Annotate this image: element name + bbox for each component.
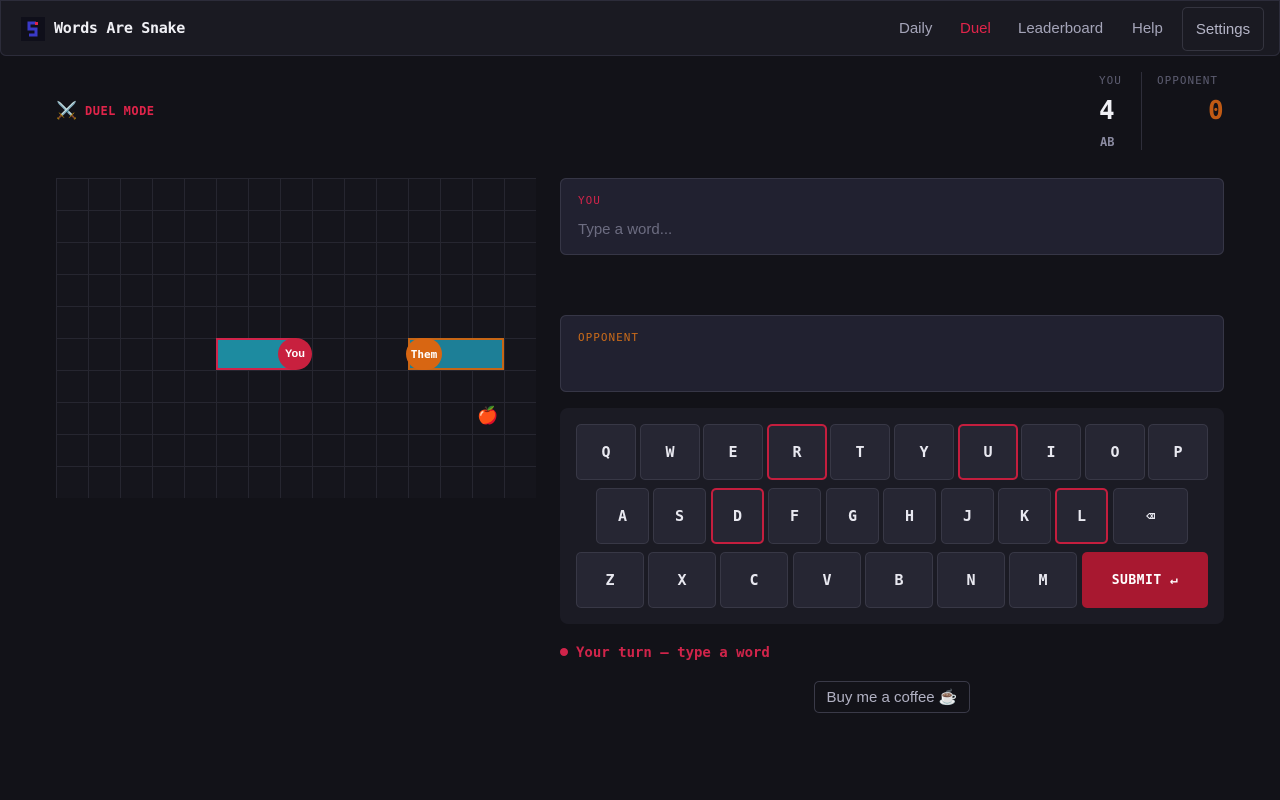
nav-link-daily[interactable]: Daily: [899, 20, 932, 37]
key-r[interactable]: R: [767, 424, 827, 480]
key-l[interactable]: L: [1055, 488, 1108, 544]
key-a[interactable]: A: [596, 488, 649, 544]
submit-button[interactable]: SUBMIT ↵: [1082, 552, 1208, 608]
key-v[interactable]: V: [793, 552, 861, 608]
your-initials: AB: [1100, 135, 1115, 149]
mode-label: DUEL MODE: [85, 104, 155, 118]
on-screen-keyboard: Q W E R T Y U I O P A S D F G H J K L Z X C V B N M ⌫ SUBMIT ↵: [560, 408, 1224, 624]
key-m[interactable]: M: [1009, 552, 1077, 608]
key-x[interactable]: X: [648, 552, 716, 608]
key-t[interactable]: T: [830, 424, 890, 480]
key-q[interactable]: Q: [576, 424, 636, 480]
your-snake-head: You: [278, 338, 312, 370]
crossed-swords-icon: ⚔️: [56, 101, 78, 120]
word-input[interactable]: [578, 217, 1198, 241]
your-word-panel: YOU: [560, 178, 1224, 255]
top-nav-bar: Words Are Snake Daily Duel Leaderboard H…: [0, 0, 1280, 56]
opponent-word-display: [578, 354, 1198, 378]
buy-me-a-coffee-button[interactable]: Buy me a coffee ☕: [814, 681, 970, 713]
key-w[interactable]: W: [640, 424, 700, 480]
key-o[interactable]: O: [1085, 424, 1145, 480]
opponent-word-panel: OPPONENT: [560, 315, 1224, 392]
key-k[interactable]: K: [998, 488, 1051, 544]
opponent-score-value: 0: [1208, 96, 1224, 126]
key-z[interactable]: Z: [576, 552, 644, 608]
nav-link-help[interactable]: Help: [1132, 20, 1163, 37]
app-title[interactable]: Words Are Snake: [54, 19, 185, 37]
backspace-key[interactable]: ⌫: [1113, 488, 1188, 544]
snake-logo-icon[interactable]: [21, 17, 45, 41]
key-n[interactable]: N: [937, 552, 1005, 608]
key-b[interactable]: B: [865, 552, 933, 608]
key-u[interactable]: U: [958, 424, 1018, 480]
key-p[interactable]: P: [1148, 424, 1208, 480]
turn-status-text: Your turn — type a word: [576, 645, 770, 661]
turn-indicator-dot: [560, 648, 568, 656]
key-g[interactable]: G: [826, 488, 879, 544]
game-board: You Them 🍎: [56, 178, 536, 498]
opponent-snake-head: Them: [406, 338, 442, 370]
key-h[interactable]: H: [883, 488, 936, 544]
your-score-value: 4: [1099, 96, 1115, 126]
score-divider: [1141, 72, 1142, 150]
your-score-label: YOU: [1099, 74, 1122, 87]
key-d[interactable]: D: [711, 488, 764, 544]
key-s[interactable]: S: [653, 488, 706, 544]
your-word-label: YOU: [578, 194, 601, 207]
opponent-word-label: OPPONENT: [578, 331, 639, 344]
key-e[interactable]: E: [703, 424, 763, 480]
key-i[interactable]: I: [1021, 424, 1081, 480]
key-f[interactable]: F: [768, 488, 821, 544]
nav-link-duel[interactable]: Duel: [960, 20, 991, 37]
settings-button[interactable]: Settings: [1182, 7, 1264, 51]
opponent-score-label: OPPONENT: [1157, 74, 1218, 87]
key-c[interactable]: C: [720, 552, 788, 608]
key-y[interactable]: Y: [894, 424, 954, 480]
apple-icon: 🍎: [477, 406, 499, 425]
nav-link-leaderboard[interactable]: Leaderboard: [1018, 20, 1103, 37]
key-j[interactable]: J: [941, 488, 994, 544]
